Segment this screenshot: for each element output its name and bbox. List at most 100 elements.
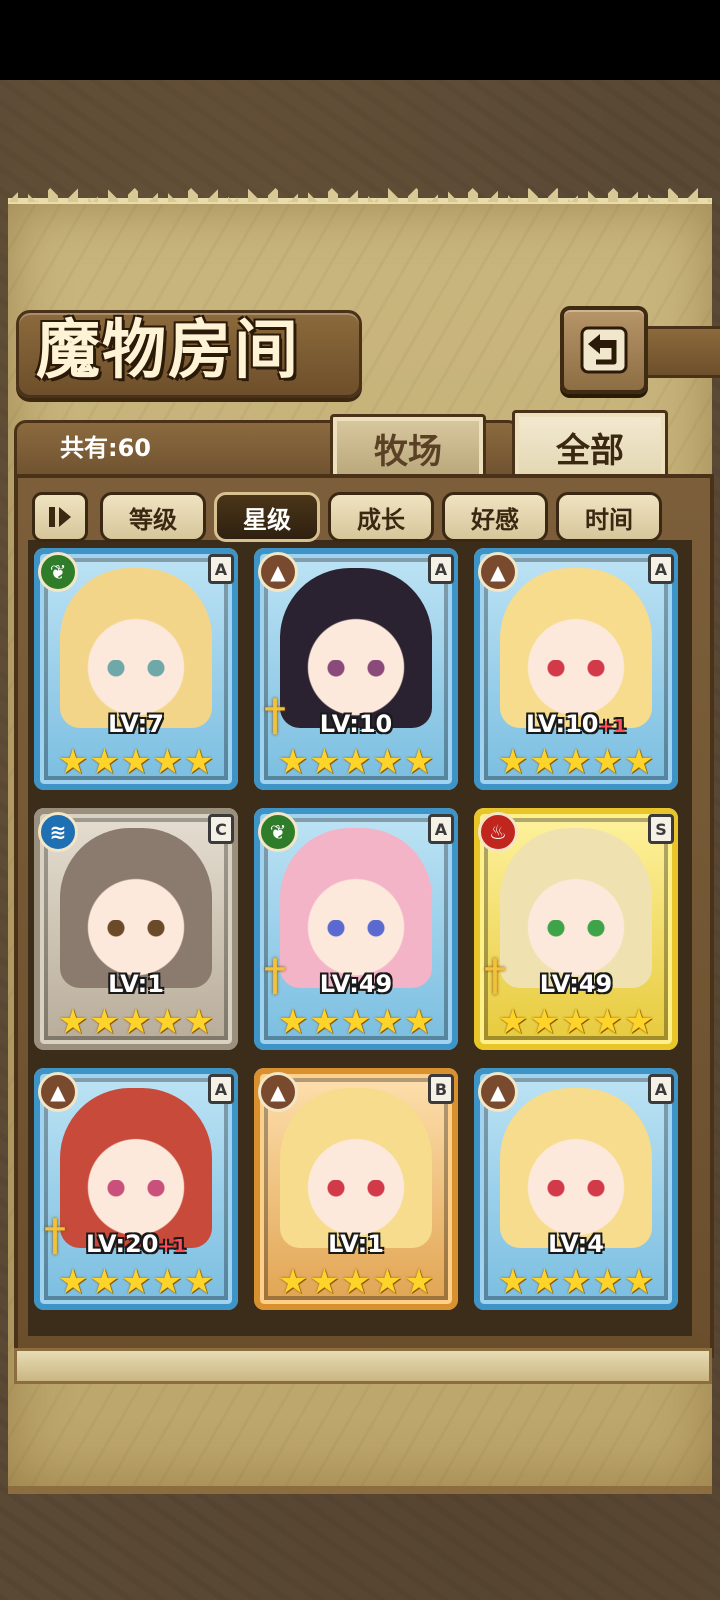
- rock-element-icon: ▲: [38, 1072, 78, 1112]
- rock-element-icon: ▲: [478, 552, 518, 592]
- sort-affection-button[interactable]: 好感: [442, 492, 548, 542]
- star-icon: ★: [623, 742, 655, 782]
- star-icon: ★: [57, 742, 89, 782]
- star-icon: ★: [152, 742, 183, 782]
- star-icon: ★: [529, 1002, 560, 1042]
- sort-level-button[interactable]: 等级: [100, 492, 206, 542]
- rank-badge: A: [648, 1074, 674, 1104]
- star-icon: ★: [120, 1002, 152, 1042]
- monster-card[interactable]: ▲ A LV:10+1 ★ ★ ★ ★ ★: [474, 548, 678, 790]
- rank-badge: A: [208, 1074, 234, 1104]
- star-rating: ★ ★ ★ ★ ★: [474, 1262, 678, 1302]
- tab-all[interactable]: 全部: [512, 410, 668, 484]
- level-value: LV:49: [319, 970, 393, 998]
- leaf-element-icon: ❦: [258, 812, 298, 852]
- level-value: LV:49: [539, 970, 613, 998]
- level-value: LV:1: [328, 1230, 384, 1258]
- level-label: LV:20+1: [34, 1228, 238, 1260]
- star-icon: ★: [120, 1262, 152, 1302]
- star-icon: ★: [277, 1262, 309, 1302]
- star-icon: ★: [497, 742, 529, 782]
- sort-time-button[interactable]: 时间: [556, 492, 662, 542]
- rock-element-icon: ▲: [258, 552, 298, 592]
- star-icon: ★: [372, 1002, 403, 1042]
- rock-element-icon: ▲: [478, 1072, 518, 1112]
- star-icon: ★: [152, 1002, 183, 1042]
- star-icon: ★: [183, 742, 215, 782]
- sort-direction-icon: [49, 507, 71, 527]
- rock-element-icon: ▲: [258, 1072, 298, 1112]
- star-rating: ★ ★ ★ ★ ★: [34, 742, 238, 782]
- return-arrow-icon: [580, 326, 628, 374]
- star-icon: ★: [623, 1262, 655, 1302]
- monster-card[interactable]: ♨ S † LV:49 ★ ★ ★ ★ ★: [474, 808, 678, 1050]
- monster-card[interactable]: ▲ B LV:1 ★ ★ ★ ★ ★: [254, 1068, 458, 1310]
- monster-card[interactable]: ❦ A LV:7 ★ ★ ★ ★ ★: [34, 548, 238, 790]
- star-icon: ★: [592, 1002, 623, 1042]
- star-rating: ★ ★ ★ ★ ★: [254, 1002, 458, 1042]
- rank-badge: A: [428, 814, 454, 844]
- star-icon: ★: [403, 1002, 435, 1042]
- star-icon: ★: [152, 1262, 183, 1302]
- monster-card[interactable]: ≋ C LV:1 ★ ★ ★ ★ ★: [34, 808, 238, 1050]
- star-icon: ★: [372, 742, 403, 782]
- star-icon: ★: [592, 742, 623, 782]
- water-element-icon: ≋: [38, 812, 78, 852]
- rank-badge: B: [428, 1074, 454, 1104]
- level-value: LV:10: [319, 710, 393, 738]
- monster-card[interactable]: ❦ A † LV:49 ★ ★ ★ ★ ★: [254, 808, 458, 1050]
- level-label: LV:10: [254, 708, 458, 740]
- star-icon: ★: [277, 742, 309, 782]
- level-value: LV:10: [525, 710, 599, 738]
- star-rating: ★ ★ ★ ★ ★: [474, 742, 678, 782]
- monster-card[interactable]: ▲ A † LV:20+1 ★ ★ ★ ★ ★: [34, 1068, 238, 1310]
- star-icon: ★: [592, 1262, 623, 1302]
- level-label: LV:4: [474, 1228, 678, 1260]
- level-label: LV:49: [254, 968, 458, 1000]
- star-icon: ★: [372, 1262, 403, 1302]
- star-icon: ★: [497, 1002, 529, 1042]
- star-icon: ★: [309, 1262, 340, 1302]
- star-icon: ★: [340, 1002, 372, 1042]
- leaf-element-icon: ❦: [38, 552, 78, 592]
- star-icon: ★: [57, 1002, 89, 1042]
- star-icon: ★: [560, 742, 592, 782]
- level-value: LV:7: [108, 710, 164, 738]
- star-icon: ★: [340, 742, 372, 782]
- star-icon: ★: [183, 1262, 215, 1302]
- sort-order-toggle[interactable]: [32, 492, 88, 542]
- level-label: LV:1: [254, 1228, 458, 1260]
- bottom-shelf: [14, 1348, 712, 1384]
- level-label: LV:7: [34, 708, 238, 740]
- star-icon: ★: [340, 1262, 372, 1302]
- star-icon: ★: [403, 742, 435, 782]
- star-icon: ★: [560, 1002, 592, 1042]
- rank-badge: A: [648, 554, 674, 584]
- level-label: LV:1: [34, 968, 238, 1000]
- star-rating: ★ ★ ★ ★ ★: [34, 1262, 238, 1302]
- monster-card[interactable]: ▲ A † LV:10 ★ ★ ★ ★ ★: [254, 548, 458, 790]
- monster-count: 共有:60: [60, 434, 151, 462]
- star-rating: ★ ★ ★ ★ ★: [34, 1002, 238, 1042]
- star-icon: ★: [623, 1002, 655, 1042]
- star-icon: ★: [89, 1262, 120, 1302]
- tab-ranch[interactable]: 牧场: [330, 414, 486, 482]
- star-icon: ★: [560, 1262, 592, 1302]
- star-icon: ★: [309, 742, 340, 782]
- level-bonus: +1: [158, 1236, 187, 1257]
- rank-badge: C: [208, 814, 234, 844]
- star-icon: ★: [89, 742, 120, 782]
- rank-badge: A: [428, 554, 454, 584]
- star-icon: ★: [529, 1262, 560, 1302]
- star-icon: ★: [403, 1262, 435, 1302]
- star-icon: ★: [183, 1002, 215, 1042]
- rank-badge: A: [208, 554, 234, 584]
- star-rating: ★ ★ ★ ★ ★: [474, 1002, 678, 1042]
- back-button[interactable]: [560, 306, 648, 394]
- star-rating: ★ ★ ★ ★ ★: [254, 1262, 458, 1302]
- sort-growth-button[interactable]: 成长: [328, 492, 434, 542]
- monster-card[interactable]: ▲ A LV:4 ★ ★ ★ ★ ★: [474, 1068, 678, 1310]
- level-label: LV:10+1: [474, 708, 678, 740]
- page-title: 魔物房间: [36, 313, 300, 388]
- sort-star-button[interactable]: 星级: [214, 492, 320, 542]
